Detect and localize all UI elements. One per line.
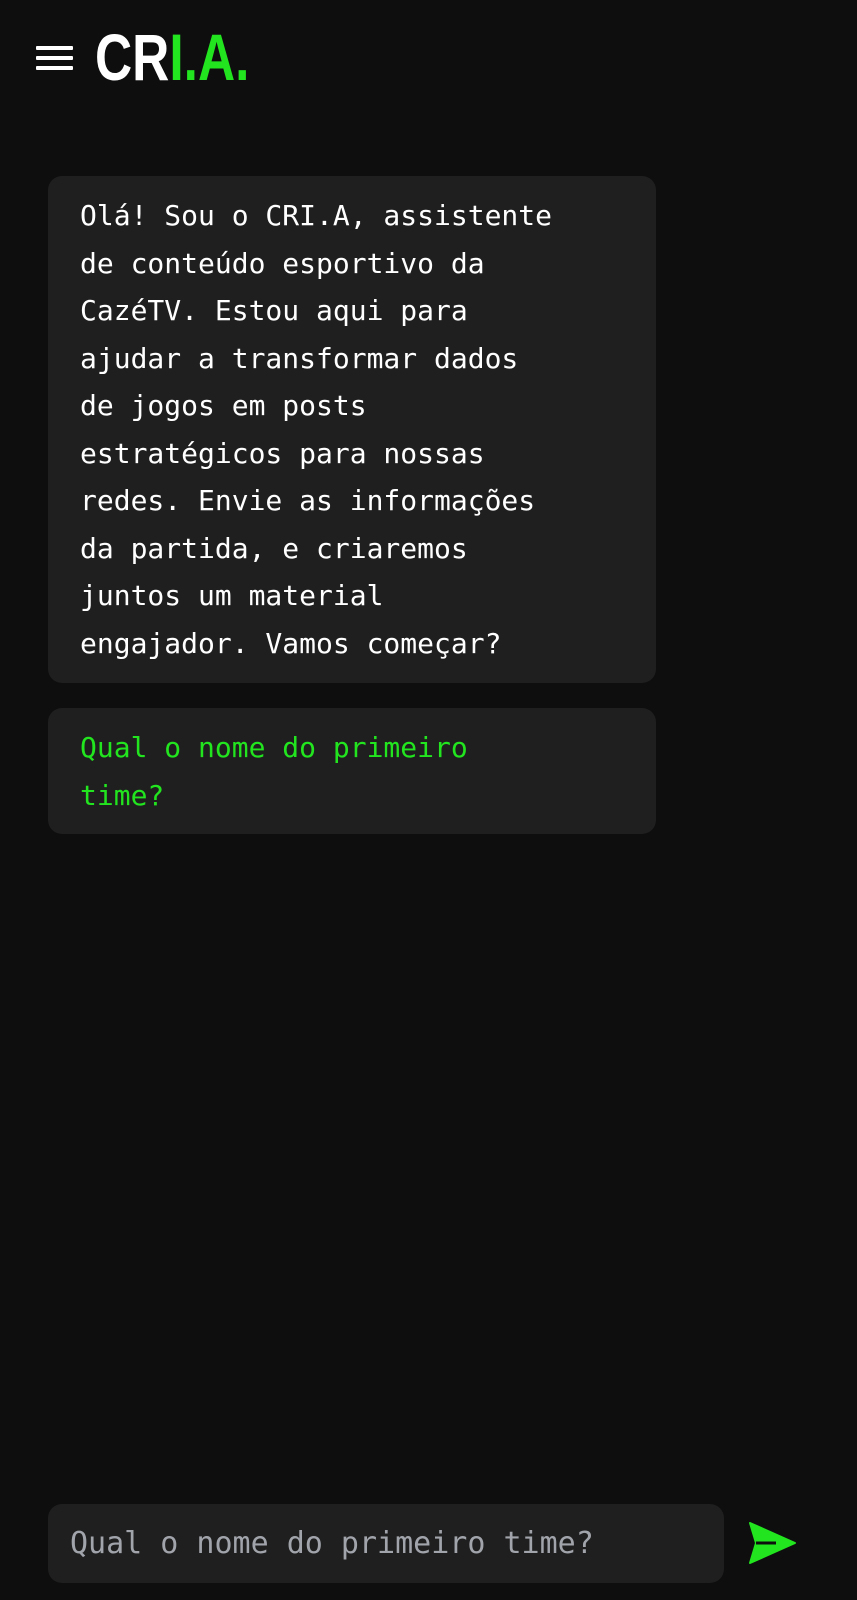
app-logo: CRI.A. — [95, 22, 249, 92]
send-button[interactable] — [748, 1520, 798, 1566]
send-arrow-icon — [749, 1522, 796, 1564]
assistant-message-question: Qual o nome do primeiro time? — [48, 708, 656, 834]
app-header: CRI.A. — [0, 0, 857, 110]
assistant-message-welcome: Olá! Sou o CRI.A, assistente de conteúdo… — [48, 176, 656, 683]
logo-text-green: I.A. — [169, 20, 250, 94]
message-input[interactable] — [48, 1504, 724, 1583]
logo-text-white: CR — [95, 20, 170, 94]
hamburger-menu-icon[interactable] — [36, 44, 74, 72]
message-composer — [48, 1504, 724, 1583]
